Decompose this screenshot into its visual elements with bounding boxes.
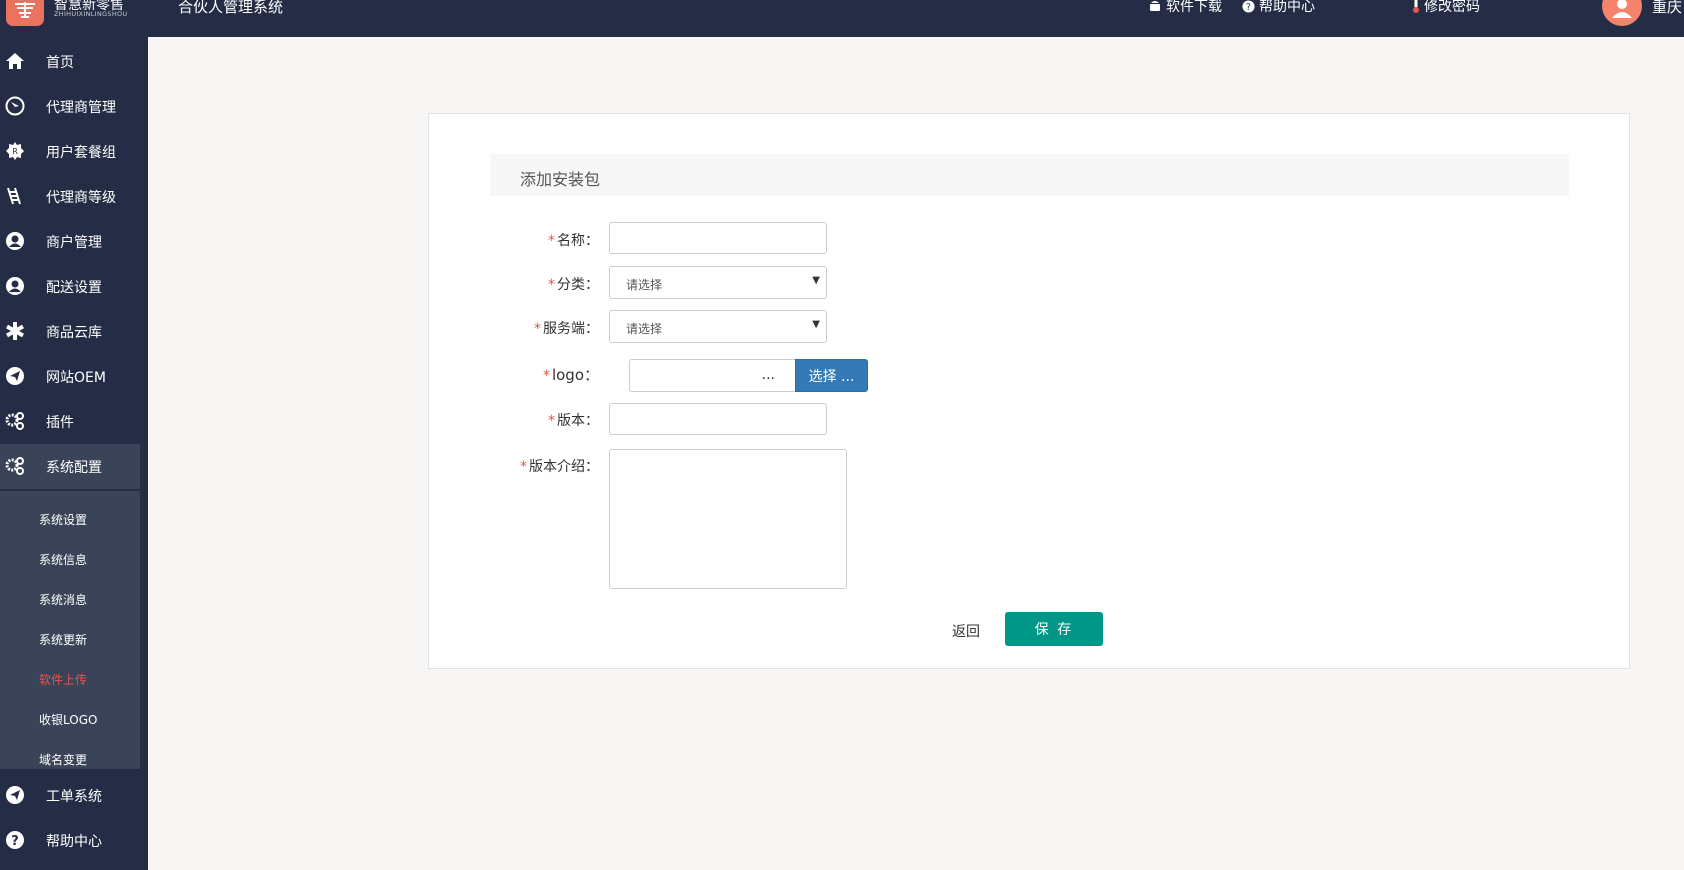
help-center-label: 帮助中心 <box>1259 0 1315 15</box>
svg-text:R: R <box>12 147 18 156</box>
sidebar-item-label: 代理商等级 <box>46 190 116 206</box>
sidebar-item-label: 帮助中心 <box>46 834 102 850</box>
logo-label: * logo： <box>542 366 599 384</box>
sidebar-item-label: 代理商管理 <box>46 100 116 116</box>
sidebar-item-label: 首页 <box>46 55 74 71</box>
android-icon <box>1150 1 1160 11</box>
category-select[interactable]: 请选择 ▼ <box>609 266 827 299</box>
app-title: 合伙人管理系统 <box>178 0 284 16</box>
asterisk-icon <box>6 322 24 340</box>
category-label: * 分类： <box>548 277 599 293</box>
home-icon <box>6 53 24 69</box>
save-button[interactable]: 保 存 <box>1005 612 1103 646</box>
gears-icon <box>5 457 24 475</box>
sidebar-item-delivery-settings[interactable]: 配送设置 <box>0 264 148 309</box>
submenu-item-domain-change[interactable]: 域名变更 <box>39 751 87 768</box>
sidebar-item-agent-level[interactable]: 代理商等级 <box>0 174 148 219</box>
logo-file-placeholder: ... <box>761 367 775 383</box>
top-bar: 智慧新零售 ZHIHUIXINLINGSHOU 合伙人管理系统 软件下载 ? 帮… <box>0 0 1684 37</box>
sidebar-item-label: 系统配置 <box>46 460 102 476</box>
svg-text:?: ? <box>11 834 19 849</box>
category-select-value: 请选择 <box>626 278 663 292</box>
server-select[interactable]: 请选择 ▼ <box>609 310 827 343</box>
sidebar-item-home[interactable]: 首页 <box>0 39 148 84</box>
paper-plane-icon <box>6 786 24 804</box>
user-circle-icon <box>6 232 24 250</box>
sidebar-item-system-config[interactable]: 系统配置 <box>0 444 140 489</box>
question-circle-icon: ? <box>6 831 24 849</box>
submenu-item-cashier-logo[interactable]: 收银LOGO <box>39 711 97 728</box>
user-name[interactable]: 重庆 <box>1652 0 1682 17</box>
help-center-link[interactable]: ? 帮助中心 <box>1242 0 1315 16</box>
sidebar-item-label: 商户管理 <box>46 235 102 251</box>
user-circle-icon <box>6 277 24 295</box>
sidebar-item-label: 插件 <box>46 415 74 431</box>
page-title: 添加安装包 <box>520 170 601 189</box>
gears-icon <box>5 412 24 430</box>
chevron-down-icon: ▼ <box>812 319 820 330</box>
sidebar-item-help-center[interactable]: ? 帮助中心 <box>0 818 148 863</box>
name-label: * 名称： <box>548 233 599 249</box>
card-header: 添加安装包 <box>490 154 1569 196</box>
chevron-down-icon: ▼ <box>812 275 820 286</box>
sidebar-item-label: 工单系统 <box>46 789 102 805</box>
name-input[interactable] <box>609 222 827 254</box>
server-select-value: 请选择 <box>626 322 663 336</box>
submenu-item-system-messages[interactable]: 系统消息 <box>39 591 87 608</box>
sidebar-item-plugins[interactable]: 插件 <box>0 399 148 444</box>
change-password-label: 修改密码 <box>1424 0 1480 15</box>
version-input[interactable] <box>609 403 827 435</box>
sidebar-item-ticket-system[interactable]: 工单系统 <box>0 773 148 818</box>
ladder-icon <box>7 187 21 205</box>
submenu-item-system-update[interactable]: 系统更新 <box>39 631 87 648</box>
sidebar-item-website-oem[interactable]: 网站OEM <box>0 354 148 399</box>
sidebar-item-user-package[interactable]: R 用户套餐组 <box>0 129 148 174</box>
sidebar-item-merchant-management[interactable]: 商户管理 <box>0 219 148 264</box>
logo-file-input[interactable]: ... <box>629 359 795 392</box>
thermometer-icon <box>1413 0 1419 13</box>
submenu-item-system-info[interactable]: 系统信息 <box>39 551 87 568</box>
version-label: * 版本： <box>548 413 599 429</box>
submenu-item-software-upload[interactable]: 软件上传 <box>39 671 87 688</box>
user-icon <box>1612 0 1632 18</box>
sidebar-item-label: 网站OEM <box>46 370 106 386</box>
compass-icon <box>5 96 25 116</box>
server-label: * 服务端： <box>534 321 599 337</box>
software-download-link[interactable]: 软件下载 <box>1148 0 1222 16</box>
version-intro-textarea[interactable] <box>609 449 847 589</box>
logo-mark-icon <box>15 2 35 18</box>
logo-choose-button[interactable]: 选择 ... <box>795 359 868 392</box>
sidebar-item-label: 配送设置 <box>46 280 102 296</box>
svg-text:?: ? <box>1246 2 1251 13</box>
add-package-card: 添加安装包 * 名称： * 分类： 请选择 ▼ * 服务端： 请选择 ▼ * logo：… <box>428 113 1630 669</box>
badge-icon: R <box>6 142 24 160</box>
paper-plane-icon <box>6 367 24 385</box>
logo-subtext: ZHIHUIXINLINGSHOU <box>54 10 128 18</box>
sidebar-item-label: 用户套餐组 <box>46 145 116 161</box>
sidebar-item-product-cloud[interactable]: 商品云库 <box>0 309 148 354</box>
back-link[interactable]: 返回 <box>952 621 980 641</box>
sidebar: 首页 代理商管理 R 用户套餐组 代理商等级 商户管理 配送设置 商品云库 网站… <box>0 37 148 870</box>
submenu-item-system-settings[interactable]: 系统设置 <box>39 511 87 528</box>
logo <box>6 0 44 26</box>
system-config-submenu: 系统设置 系统信息 系统消息 系统更新 软件上传 收银LOGO 域名变更 <box>0 491 140 769</box>
version-intro-label: * 版本介绍： <box>520 459 599 475</box>
change-password-link[interactable]: 修改密码 <box>1412 0 1480 16</box>
avatar[interactable] <box>1602 0 1642 26</box>
sidebar-item-label: 商品云库 <box>46 325 102 341</box>
software-download-label: 软件下载 <box>1166 0 1222 15</box>
question-circle-icon: ? <box>1242 0 1255 13</box>
sidebar-item-agent-management[interactable]: 代理商管理 <box>0 84 148 129</box>
